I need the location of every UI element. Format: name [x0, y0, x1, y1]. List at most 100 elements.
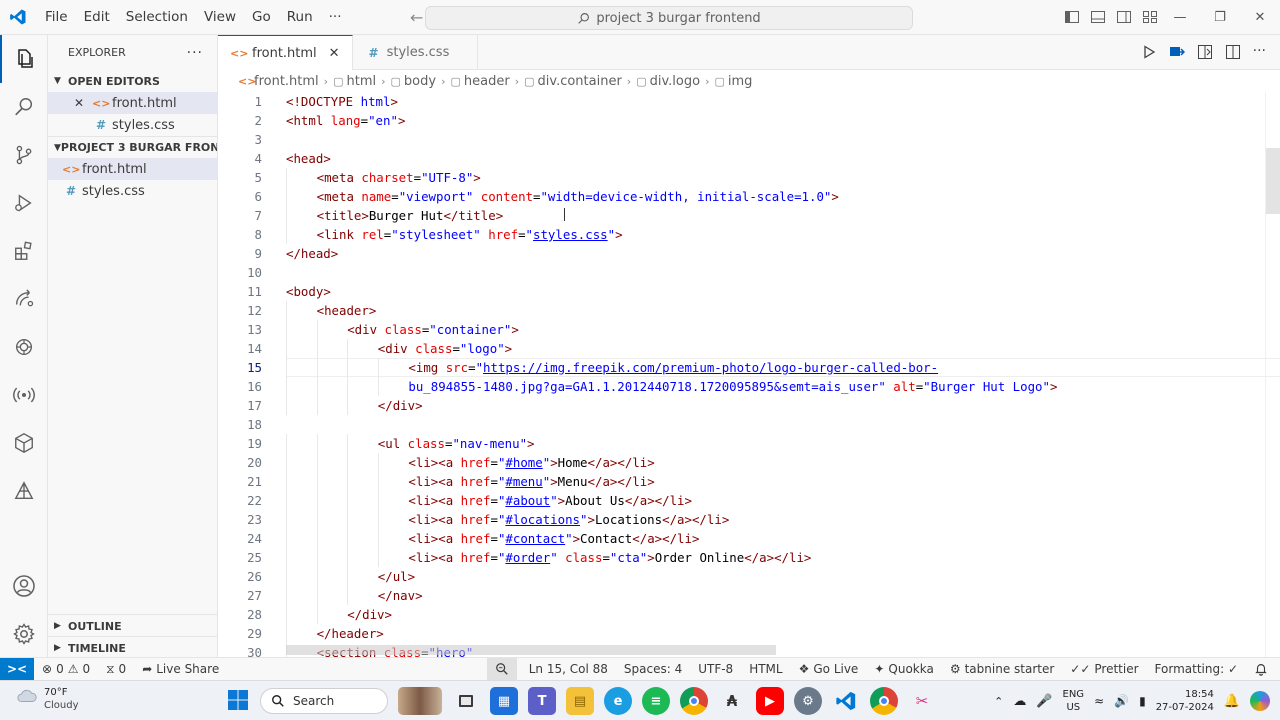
breadcrumb-div-container[interactable]: div.container	[538, 74, 622, 89]
notification-bell-icon[interactable]: 🔔	[1224, 694, 1240, 709]
minimize-icon[interactable]: —	[1160, 0, 1200, 35]
open-editors-section[interactable]: ▼ OPEN EDITORS	[48, 70, 217, 92]
live-share-button[interactable]: ➦ Live Share	[134, 662, 227, 676]
close-tab-icon[interactable]: ✕	[329, 46, 340, 61]
extensions-icon[interactable]	[0, 227, 48, 275]
tabnine-button[interactable]: ⚙ tabnine starter	[942, 662, 1062, 676]
menu-run[interactable]: Run	[279, 9, 321, 25]
breadcrumb-body[interactable]: body	[404, 74, 436, 89]
breadcrumb-html[interactable]: html	[346, 74, 376, 89]
copilot-icon[interactable]	[1250, 691, 1270, 711]
tab-styles-css[interactable]: # styles.css	[353, 35, 479, 70]
timeline-section[interactable]: ▶ TIMELINE	[48, 637, 218, 659]
close-editor-icon[interactable]: ✕	[74, 96, 92, 110]
onedrive-icon[interactable]: ☁	[1013, 694, 1026, 709]
breadcrumb-div-logo[interactable]: div.logo	[650, 74, 700, 89]
language-mode[interactable]: HTML	[741, 662, 790, 676]
formatting-indicator[interactable]: Formatting: ✓	[1147, 662, 1246, 676]
menu-selection[interactable]: Selection	[118, 9, 196, 25]
search-icon[interactable]	[0, 83, 48, 131]
menu-file[interactable]: File	[37, 9, 76, 25]
command-center-search[interactable]: project 3 burgar frontend	[425, 6, 913, 30]
split-editor-icon[interactable]	[1225, 44, 1241, 60]
quokka-button[interactable]: ✦ Quokka	[866, 662, 942, 676]
open-editor-item-front-html[interactable]: ✕ <> front.html	[48, 92, 217, 114]
openai-icon[interactable]	[0, 323, 48, 371]
tab-front-html[interactable]: <> front.html ✕	[218, 35, 353, 71]
app-a-icon[interactable]: ₳	[718, 687, 746, 715]
vscode-taskbar-icon[interactable]	[832, 687, 860, 715]
teams-icon[interactable]: T	[528, 687, 556, 715]
taskbar-search[interactable]: Search	[260, 688, 388, 714]
live-share-broadcast-icon[interactable]	[0, 371, 48, 419]
spotify-icon[interactable]: ≡	[642, 687, 670, 715]
cube-extension-icon[interactable]	[0, 419, 48, 467]
menu-more[interactable]: ···	[321, 9, 350, 25]
snipping-tool-icon[interactable]: ✂	[908, 687, 936, 715]
menu-edit[interactable]: Edit	[76, 9, 118, 25]
breadcrumb-img[interactable]: img	[728, 74, 753, 89]
code-editor[interactable]: 1 2 3 4 5 6 7 8 9 10 11 12 13 14 15 16 17 18 19 20 21 22 23 24 2…	[218, 92, 1280, 657]
youtube-icon[interactable]: ▶	[756, 687, 784, 715]
back-arrow-icon[interactable]: ←	[410, 8, 423, 27]
indentation[interactable]: Spaces: 4	[616, 662, 690, 676]
battery-icon[interactable]: ▮	[1139, 694, 1146, 708]
notifications-bell-icon[interactable]	[1246, 662, 1280, 676]
prettier-button[interactable]: ✓✓ Prettier	[1062, 662, 1146, 676]
edge-icon[interactable]: e	[604, 687, 632, 715]
encoding[interactable]: UTF-8	[690, 662, 741, 676]
language-indicator[interactable]: ENG US	[1063, 688, 1085, 714]
run-debug-icon[interactable]	[0, 179, 48, 227]
toggle-panel-icon[interactable]	[1090, 9, 1106, 25]
file-explorer-icon[interactable]: ▤	[566, 687, 594, 715]
chrome-icon[interactable]	[680, 687, 708, 715]
toggle-sidebar-icon[interactable]	[1064, 9, 1080, 25]
horizontal-scrollbar[interactable]	[286, 645, 776, 655]
outline-section[interactable]: ▶ OUTLINE	[48, 615, 218, 637]
run-file-icon[interactable]	[1141, 44, 1157, 60]
settings-app-icon[interactable]: ⚙	[794, 687, 822, 715]
cursor-position[interactable]: Ln 15, Col 88	[521, 662, 616, 676]
breadcrumb-file[interactable]: front.html	[254, 74, 319, 89]
source-control-icon[interactable]	[0, 131, 48, 179]
chrome-profile-icon[interactable]	[870, 687, 898, 715]
line-number: 23	[247, 512, 262, 527]
file-item-front-html[interactable]: <> front.html	[48, 158, 217, 180]
chevron-up-icon[interactable]: ⌃	[994, 695, 1003, 708]
go-live-button[interactable]: ❖ Go Live	[791, 662, 867, 676]
weather-widget[interactable]: 70°F Cloudy	[16, 686, 78, 712]
remote-indicator-icon[interactable]: ><	[0, 658, 34, 680]
menu-view[interactable]: View	[196, 9, 244, 25]
explorer-icon[interactable]	[0, 35, 48, 83]
ports-indicator[interactable]: ⧖ 0	[98, 662, 134, 677]
toggle-secondary-sidebar-icon[interactable]	[1116, 9, 1132, 25]
live-share-tab-icon[interactable]	[1169, 44, 1185, 60]
maximize-icon[interactable]: ❐	[1200, 0, 1240, 35]
zoom-icon[interactable]	[486, 658, 517, 680]
microphone-icon[interactable]: 🎤	[1036, 694, 1052, 709]
project-folder-section[interactable]: ▼ PROJECT 3 BURGAR FRON...	[48, 136, 217, 158]
pyramid-extension-icon[interactable]	[0, 467, 48, 515]
clock[interactable]: 18:54 27-07-2024	[1156, 688, 1214, 714]
settings-gear-icon[interactable]	[0, 610, 48, 658]
close-window-icon[interactable]: ✕	[1240, 0, 1280, 35]
wifi-icon[interactable]: ≈	[1094, 694, 1104, 708]
task-view-icon[interactable]	[452, 687, 480, 715]
remote-explorer-icon[interactable]	[0, 275, 48, 323]
customize-layout-icon[interactable]	[1142, 9, 1158, 25]
volume-icon[interactable]: 🔊	[1114, 694, 1129, 708]
breadcrumb-header[interactable]: header	[464, 74, 510, 89]
explorer-more-icon[interactable]: ···	[187, 45, 203, 61]
widgets-banner-icon[interactable]	[398, 687, 442, 715]
open-editor-item-styles-css[interactable]: # styles.css	[48, 114, 217, 136]
menu-go[interactable]: Go	[244, 9, 279, 25]
windows-start-icon[interactable]	[228, 690, 248, 714]
editor-scrollbar-thumb[interactable]	[1266, 148, 1280, 214]
file-item-styles-css[interactable]: # styles.css	[48, 180, 217, 202]
activity-bar	[0, 35, 48, 657]
more-actions-icon[interactable]: ···	[1253, 44, 1266, 60]
open-preview-icon[interactable]	[1197, 44, 1213, 60]
account-icon[interactable]	[0, 562, 48, 610]
problems-indicator[interactable]: ⊗ 0 ⚠ 0	[34, 662, 98, 676]
store-icon[interactable]: ▦	[490, 687, 518, 715]
